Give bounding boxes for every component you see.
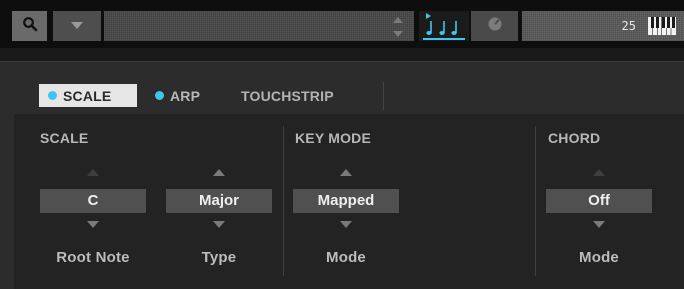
keyboard-button[interactable]: 25 [522,11,684,41]
tab-scale-label: SCALE [63,87,112,104]
section-title-chord: CHORD [548,130,601,146]
arp-indicator-icon [155,91,164,100]
metronome-icon [487,16,503,37]
toolbar: 25 [0,0,684,48]
perform-panel: SCALE ARP TOUCHSTRIP SCALE KEY MODE CHOR… [0,61,684,289]
root-note-down-arrow-icon[interactable] [87,221,99,228]
parameter-area: SCALE KEY MODE CHORD C Root Note Major T… [14,114,684,289]
key-mode-down-arrow-icon[interactable] [340,221,352,228]
key-mode-label: Mode [326,249,366,266]
key-count: 25 [621,19,636,33]
root-note-label: Root Note [56,249,130,266]
scale-type-value[interactable]: Major [166,189,272,213]
notes-button[interactable] [419,11,469,41]
tempo-button[interactable] [471,11,518,41]
search-button[interactable] [12,11,47,41]
scale-indicator-icon [48,91,57,100]
chord-mode-down-arrow-icon[interactable] [593,221,605,228]
key-mode-value[interactable]: Mapped [293,189,399,213]
tab-touchstrip-label: TOUCHSTRIP [241,87,334,104]
keyboard-icon [648,17,676,40]
chord-mode-value[interactable]: Off [546,189,652,213]
search-icon [22,16,38,37]
tab-touchstrip[interactable]: TOUCHSTRIP [241,84,334,107]
section-title-scale: SCALE [40,130,89,146]
tab-arp[interactable]: ARP [155,84,200,107]
tab-divider [383,82,384,110]
tab-scale[interactable]: SCALE [39,84,137,107]
tab-arp-label: ARP [170,87,201,104]
root-note-value[interactable]: C [40,189,146,213]
browser-display[interactable] [104,11,414,41]
browse-spinner[interactable] [393,17,403,37]
key-mode-up-arrow-icon[interactable] [340,169,352,176]
notes-icon [419,13,469,45]
root-note-up-arrow-icon[interactable] [87,169,99,176]
scale-type-up-arrow-icon[interactable] [213,169,225,176]
scale-type-down-arrow-icon[interactable] [213,221,225,228]
chevron-down-icon [71,17,83,35]
tab-bar: SCALE ARP TOUCHSTRIP [28,80,684,112]
scale-type-label: Type [201,249,237,266]
browser-dropdown-button[interactable] [53,11,101,41]
chord-mode-up-arrow-icon[interactable] [593,169,605,176]
section-title-key-mode: KEY MODE [295,130,372,146]
chord-mode-label: Mode [579,249,619,266]
